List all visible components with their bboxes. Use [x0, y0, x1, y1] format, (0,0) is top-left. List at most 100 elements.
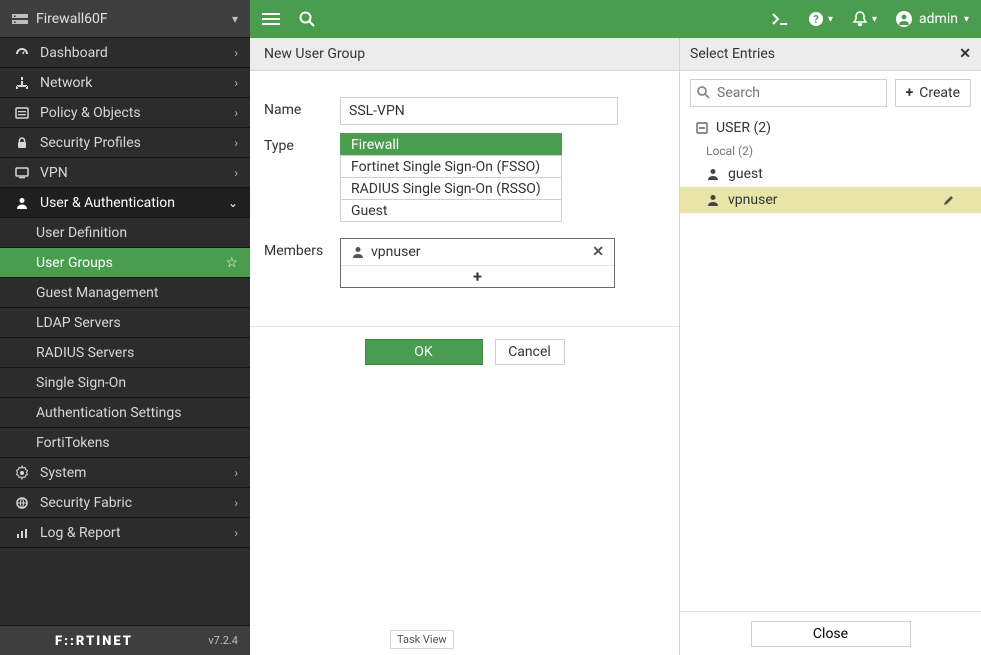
nav-label: Dashboard	[40, 45, 108, 61]
add-member-button[interactable]: +	[341, 265, 614, 287]
type-opt-label: Fortinet Single Sign-On (FSSO)	[351, 159, 540, 175]
sub-guest-management[interactable]: Guest Management	[0, 278, 250, 308]
nav-label: Network	[40, 75, 92, 91]
nav-vpn[interactable]: VPN ›	[0, 158, 250, 188]
entry-label: vpnuser	[728, 192, 778, 208]
nav-policy[interactable]: Policy & Objects ›	[0, 98, 250, 128]
avatar-icon	[895, 10, 913, 28]
chevron-right-icon: ›	[234, 166, 238, 180]
device-selector[interactable]: Firewall60F ▾	[0, 0, 250, 38]
panel-header: Select Entries ✕	[680, 38, 981, 71]
admin-label: admin	[919, 11, 958, 27]
sub-single-sign-on[interactable]: Single Sign-On	[0, 368, 250, 398]
chevron-down-icon: ▾	[232, 12, 238, 26]
cli-icon[interactable]	[771, 12, 789, 26]
nav-log-report[interactable]: Log & Report ›	[0, 518, 250, 548]
device-name: Firewall60F	[36, 11, 108, 27]
main-form: Name Type Firewall Fortinet Single Sign-…	[250, 71, 679, 625]
sub-auth-settings[interactable]: Authentication Settings	[0, 398, 250, 428]
sidebar: Firewall60F ▾ Dashboard › Network › Poli…	[0, 0, 250, 655]
type-opt-label: RADIUS Single Sign-On (RSSO)	[351, 181, 541, 197]
cancel-button[interactable]: Cancel	[495, 339, 565, 365]
name-label: Name	[264, 97, 340, 118]
task-view-tab[interactable]: Task View	[390, 630, 454, 649]
search-icon	[696, 85, 710, 99]
sub-label: Guest Management	[36, 285, 158, 301]
entry-guest[interactable]: guest	[680, 161, 981, 187]
sub-label: RADIUS Servers	[36, 345, 134, 361]
panel-footer: Close	[680, 611, 981, 655]
name-input[interactable]	[340, 97, 618, 125]
sub-radius-servers[interactable]: RADIUS Servers	[0, 338, 250, 368]
device-icon	[12, 12, 28, 26]
nav-label: Security Profiles	[40, 135, 141, 151]
nav-network[interactable]: Network ›	[0, 68, 250, 98]
close-icon[interactable]: ✕	[959, 46, 971, 62]
create-button[interactable]: + Create	[895, 79, 971, 107]
nav-security-profiles[interactable]: Security Profiles ›	[0, 128, 250, 158]
search-wrapper	[690, 79, 887, 107]
sub-ldap-servers[interactable]: LDAP Servers	[0, 308, 250, 338]
type-opt-rsso[interactable]: RADIUS Single Sign-On (RSSO)	[340, 177, 562, 200]
create-label: Create	[919, 85, 960, 101]
group-label: USER (2)	[716, 120, 771, 136]
chevron-right-icon: ›	[234, 526, 238, 540]
star-icon[interactable]: ☆	[225, 255, 238, 271]
type-opt-label: Firewall	[351, 137, 399, 153]
nav: Dashboard › Network › Policy & Objects ›…	[0, 38, 250, 625]
sub-label: FortiTokens	[36, 435, 110, 451]
close-button[interactable]: Close	[751, 621, 911, 647]
edit-icon[interactable]	[942, 194, 955, 207]
network-icon	[12, 75, 32, 91]
admin-menu[interactable]: admin ▾	[895, 10, 969, 28]
chart-icon	[12, 525, 32, 541]
type-opt-guest[interactable]: Guest	[340, 199, 562, 222]
sub-label: User Groups	[36, 255, 113, 271]
sidebar-footer: F::RTINET v7.2.4	[0, 625, 250, 655]
lock-icon	[12, 135, 32, 151]
brand-logo: F::RTINET	[12, 634, 208, 648]
chevron-right-icon: ›	[234, 46, 238, 60]
topbar: ?▾ ▾ admin ▾	[250, 0, 981, 38]
ok-button[interactable]: OK	[365, 339, 483, 365]
add-label: +	[473, 267, 482, 286]
remove-member-icon[interactable]: ✕	[592, 244, 604, 260]
plus-icon: +	[906, 85, 914, 101]
svg-text:F::RTINET: F::RTINET	[55, 634, 133, 648]
panel-title: Select Entries	[690, 46, 775, 62]
chevron-right-icon: ›	[234, 496, 238, 510]
user-icon	[706, 167, 720, 181]
sub-user-groups[interactable]: User Groups ☆	[0, 248, 250, 278]
nav-label: VPN	[40, 165, 68, 181]
select-entries-panel: Select Entries ✕ + Create USER (2) Local…	[679, 38, 981, 655]
nav-user-auth[interactable]: User & Authentication ⌄	[0, 188, 250, 218]
sub-fortitokens[interactable]: FortiTokens	[0, 428, 250, 458]
chevron-right-icon: ›	[234, 106, 238, 120]
search-icon[interactable]	[298, 10, 316, 28]
search-input[interactable]	[690, 79, 887, 107]
page-title-bar: New User Group	[250, 38, 679, 71]
member-chip: vpnuser ✕	[341, 239, 614, 265]
local-heading: Local (2)	[680, 141, 981, 161]
type-opt-firewall[interactable]: Firewall	[340, 133, 562, 156]
type-opt-fsso[interactable]: Fortinet Single Sign-On (FSSO)	[340, 155, 562, 178]
monitor-icon	[12, 165, 32, 181]
group-heading[interactable]: USER (2)	[680, 115, 981, 141]
sub-label: LDAP Servers	[36, 315, 121, 331]
nav-label: Policy & Objects	[40, 105, 141, 121]
version-label: v7.2.4	[208, 634, 238, 647]
nav-dashboard[interactable]: Dashboard ›	[0, 38, 250, 68]
nav-system[interactable]: System ›	[0, 458, 250, 488]
entry-vpnuser[interactable]: vpnuser	[680, 187, 981, 213]
fabric-icon	[12, 495, 32, 511]
help-icon[interactable]: ?▾	[807, 10, 833, 28]
nav-security-fabric[interactable]: Security Fabric ›	[0, 488, 250, 518]
menu-icon[interactable]	[262, 10, 280, 28]
page-title: New User Group	[264, 46, 365, 62]
type-opt-label: Guest	[351, 203, 387, 219]
bell-icon[interactable]: ▾	[851, 10, 877, 28]
entry-label: guest	[728, 166, 763, 182]
sub-user-definition[interactable]: User Definition	[0, 218, 250, 248]
gear-icon	[12, 465, 32, 481]
sub-label: Single Sign-On	[36, 375, 126, 391]
